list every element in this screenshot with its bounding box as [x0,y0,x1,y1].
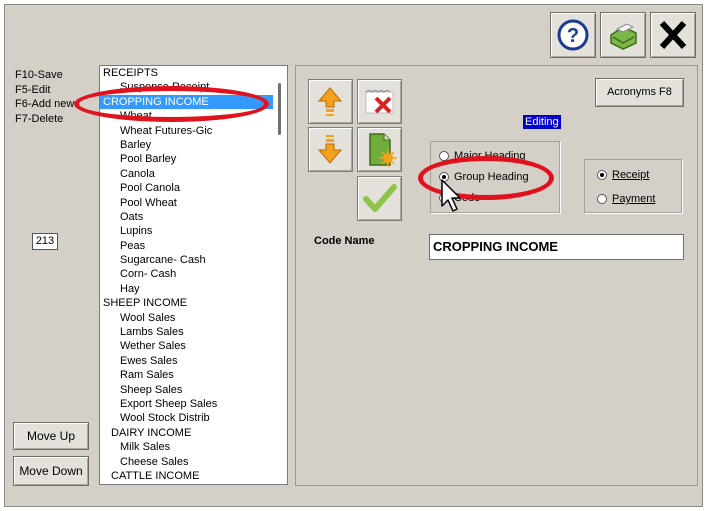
print-button[interactable] [600,12,646,58]
help-button[interactable]: ? [550,12,596,58]
shortcut-delete: F7-Delete [15,112,64,125]
tree-item[interactable]: Oats [100,210,287,224]
tree-item[interactable]: Sugarcane- Cash [100,253,287,267]
radio-major-heading-label: Major Heading [454,150,526,162]
tree-item[interactable]: Lupins [100,224,287,238]
shortcut-add-new: F6-Add new [15,98,75,110]
code-tree[interactable]: RECEIPTS Suspense Receipt CROPPING INCOME W… [99,65,288,485]
add-new-button[interactable] [357,127,402,172]
tree-scrollbar[interactable] [273,66,287,484]
close-icon [659,20,687,50]
tree-item[interactable]: Wool Stock Distrib [100,411,287,425]
radio-receipt[interactable]: Receipt [597,168,649,182]
tree-item[interactable]: Peas [100,239,287,253]
tree-item[interactable]: Canola [100,167,287,181]
tree-item[interactable]: Lambs Sales [100,325,287,339]
tree-item[interactable]: Ewes Sales [100,354,287,368]
checkmark-icon [363,184,397,212]
acronyms-button[interactable]: Acronyms F8 [595,78,684,107]
tree-item[interactable]: Wheat [100,109,287,123]
tree-item[interactable]: Export Sheep Sales [100,397,287,411]
delete-button[interactable] [357,79,402,124]
acronyms-label: Acronyms F8 [607,86,672,98]
shortcut-edit: F5-Edit [15,83,51,96]
new-document-icon [369,133,397,167]
tree-item[interactable]: Wool Sales [100,311,287,325]
tree-item[interactable]: Milk Sales [100,440,287,454]
tree-item[interactable]: Pool Canola [100,181,287,195]
radio-receipt-label: Receipt [612,169,650,181]
move-item-down-button[interactable] [308,127,353,172]
code-tree-list: RECEIPTS Suspense Receipt CROPPING INCOME W… [100,66,287,483]
tree-item[interactable]: Wheat Futures-Gic [100,124,287,138]
tree-item[interactable]: Suspense Receipt [100,80,287,94]
tree-item[interactable]: Cheese Sales [100,455,287,469]
move-up-label: Move Up [26,429,76,443]
orange-down-arrow-icon [317,135,343,164]
tree-item[interactable]: Sheep Sales [100,383,287,397]
tree-item[interactable]: Wether Sales [100,339,287,353]
mouse-cursor-icon [441,179,461,212]
radio-group-heading-label: Group Heading [454,171,529,183]
tree-item[interactable]: Pool Wheat [100,196,287,210]
tree-group-heading[interactable]: SHEEP INCOME [100,296,287,310]
transaction-type-group: Receipt Payment [584,159,682,213]
radio-payment-label: Payment [612,193,656,205]
move-down-button[interactable]: Move Down [13,456,89,486]
tree-item[interactable]: Hay [100,282,287,296]
move-down-label: Move Down [19,464,83,478]
code-name-label: Code Name [314,235,375,247]
radio-major-heading-dot [439,151,449,161]
details-panel [295,65,698,486]
tree-item[interactable]: Barley [100,138,287,152]
editing-status: Editing [523,115,561,129]
save-button[interactable] [357,176,402,221]
shortcut-list: F10-Save F5-Edit F6-Add new F7-Delete [15,68,74,126]
shortcut-save: F10-Save [15,69,63,81]
tree-group-heading[interactable]: DAIRY INCOME [100,426,287,440]
tree-group-heading[interactable]: CROPPING INCOME [100,94,273,110]
help-icon: ? [557,19,589,51]
tree-group-heading[interactable]: RECEIPTS [100,66,287,80]
code-name-input[interactable]: CROPPING INCOME [429,234,684,260]
svg-text:?: ? [567,25,579,47]
delete-icon [365,90,394,114]
radio-receipt-dot [597,170,607,180]
radio-payment[interactable]: Payment [597,192,655,206]
radio-payment-dot [597,194,607,204]
close-button[interactable] [650,12,696,58]
move-up-button[interactable]: Move Up [13,422,89,450]
move-item-up-button[interactable] [308,79,353,124]
radio-major-heading[interactable]: Major Heading [439,149,526,163]
orange-up-arrow-icon [317,87,343,116]
tree-group-heading[interactable]: CATTLE INCOME [100,469,287,483]
printer-icon [610,23,637,50]
tree-item[interactable]: Corn- Cash [100,267,287,281]
tree-item[interactable]: Pool Barley [100,152,287,166]
app-window: ? F10-Save F5-Edit F6-Add new F7-Delete … [0,0,709,511]
scrollbar-thumb[interactable] [278,83,281,135]
record-count: 213 [32,233,58,250]
tree-item[interactable]: Ram Sales [100,368,287,382]
